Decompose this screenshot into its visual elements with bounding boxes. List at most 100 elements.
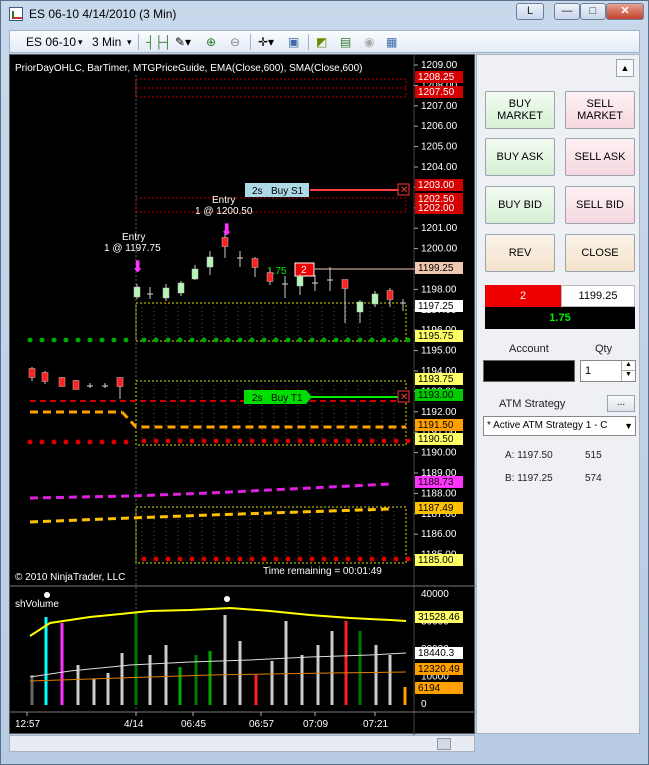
link-button[interactable]: L bbox=[516, 3, 544, 20]
price-tick-label: 1188.00 bbox=[421, 488, 457, 499]
price-tick-label: 1207.00 bbox=[421, 101, 458, 112]
level-dot bbox=[345, 556, 351, 562]
level-dot bbox=[141, 438, 147, 444]
sell-ask-button[interactable]: SELL ASK bbox=[565, 138, 635, 176]
volume-bar bbox=[358, 631, 362, 705]
close-position-button[interactable]: CLOSE bbox=[565, 234, 635, 272]
level-dot bbox=[153, 337, 159, 343]
price-tick-label: 1206.00 bbox=[421, 121, 458, 132]
price-tick-label: 1204.00 bbox=[421, 162, 458, 173]
atm-row-b-value: 574 bbox=[585, 473, 602, 484]
level-dot bbox=[249, 337, 255, 343]
level-dot bbox=[285, 556, 291, 562]
sell-bid-button[interactable]: SELL BID bbox=[565, 186, 635, 224]
level-dot bbox=[51, 337, 57, 343]
volume-bar bbox=[120, 653, 124, 705]
position-qty-display: 2 bbox=[485, 285, 561, 307]
level-dot bbox=[27, 439, 33, 445]
volume-marker-label: 12320.49 bbox=[418, 664, 460, 675]
level-dot bbox=[123, 337, 129, 343]
collapse-panel-button[interactable]: ▲ bbox=[616, 59, 634, 77]
level-dot bbox=[321, 438, 327, 444]
level-dot bbox=[333, 556, 339, 562]
buy-market-button[interactable]: BUY MARKET bbox=[485, 91, 555, 129]
bar-style-icon[interactable]: ┤├┤ bbox=[146, 33, 172, 51]
price-marker-label: 1190.50 bbox=[418, 434, 454, 445]
close-button[interactable]: ✕ bbox=[606, 3, 644, 20]
price-marker-label: 1193.75 bbox=[418, 374, 454, 385]
candle-body bbox=[386, 290, 394, 300]
time-tick-label: 06:57 bbox=[249, 719, 274, 730]
level-dot bbox=[165, 337, 171, 343]
price-tick-label: 1201.00 bbox=[421, 223, 458, 234]
candle-body bbox=[177, 282, 185, 294]
candle-body bbox=[133, 286, 141, 298]
reverse-button[interactable]: REV bbox=[485, 234, 555, 272]
level-dot bbox=[189, 438, 195, 444]
price-chart[interactable]: PriorDayOHLC, BarTimer, MTGPriceGuide, E… bbox=[9, 54, 476, 735]
qty-value: 1 bbox=[585, 365, 592, 377]
volume-bar bbox=[164, 645, 168, 705]
volume-bar bbox=[300, 655, 304, 705]
level-dot bbox=[87, 439, 93, 445]
buy-ask-button[interactable]: BUY ASK bbox=[485, 138, 555, 176]
candle-body bbox=[58, 377, 66, 387]
crosshair-icon[interactable]: ✛▾ bbox=[258, 33, 274, 51]
horizontal-scrollbar[interactable] bbox=[9, 735, 475, 752]
price-marker-label: 1185.00 bbox=[418, 555, 454, 566]
chevron-down-icon[interactable]: ▼ bbox=[621, 371, 635, 381]
candle-body bbox=[206, 256, 214, 268]
account-select[interactable] bbox=[483, 360, 575, 382]
globe-icon[interactable]: ◉ bbox=[364, 33, 374, 51]
level-dot bbox=[141, 337, 147, 343]
interval-selector[interactable]: 3 Min bbox=[92, 33, 121, 51]
level-dot bbox=[321, 556, 327, 562]
price-marker-label: 1193.00 bbox=[418, 390, 454, 401]
zoom-in-icon[interactable]: ⊕ bbox=[206, 33, 216, 51]
level-dot bbox=[273, 337, 279, 343]
atm-settings-button[interactable]: ... bbox=[607, 395, 635, 412]
price-tick-label: 1190.00 bbox=[421, 448, 457, 459]
minimize-button[interactable]: — bbox=[554, 3, 580, 20]
instrument-selector[interactable]: ES 06-10 bbox=[26, 33, 76, 51]
atm-strategy-select[interactable]: * Active ATM Strategy 1 - C ▼ bbox=[483, 416, 636, 436]
indicator-icon[interactable]: ▤ bbox=[340, 33, 351, 51]
buy-bid-button[interactable]: BUY BID bbox=[485, 186, 555, 224]
price-marker-label: 1188.73 bbox=[418, 477, 454, 488]
level-dot bbox=[273, 556, 279, 562]
level-dot bbox=[405, 337, 411, 343]
entry-detail: 1 @ 1197.75 bbox=[104, 243, 161, 254]
close-icon[interactable]: ✕ bbox=[400, 392, 408, 403]
volume-bar bbox=[284, 621, 288, 705]
level-dot bbox=[201, 337, 207, 343]
strategy-icon[interactable]: ◩ bbox=[316, 33, 327, 51]
price-marker-label: 1191.50 bbox=[418, 420, 454, 431]
volume-bar bbox=[344, 621, 348, 705]
level-dot bbox=[177, 556, 183, 562]
chevron-down-icon[interactable]: ▼ bbox=[624, 417, 633, 435]
position-price-display: 1199.25 bbox=[561, 285, 635, 307]
zoom-out-icon[interactable]: ⊖ bbox=[230, 33, 240, 51]
maximize-button[interactable]: □ bbox=[580, 3, 606, 20]
level-dot bbox=[261, 438, 267, 444]
chevron-up-icon[interactable]: ▲ bbox=[621, 361, 635, 371]
pnl-display: 1.75 bbox=[485, 307, 635, 329]
status-bar bbox=[1, 753, 648, 765]
properties-icon[interactable]: ▣ bbox=[288, 33, 299, 51]
entry-detail: 1 @ 1200.50 bbox=[195, 206, 253, 217]
price-marker-label: 1197.25 bbox=[418, 301, 454, 312]
level-dot bbox=[153, 556, 159, 562]
entry-arrow-icon: ⬇ bbox=[220, 222, 233, 239]
sell-market-button[interactable]: SELL MARKET bbox=[565, 91, 635, 129]
time-axis: 12:57 4/14 06:45 06:57 07:09 07:21 bbox=[15, 712, 388, 730]
chart-canvas[interactable]: PriorDayOHLC, BarTimer, MTGPriceGuide, E… bbox=[10, 55, 476, 735]
chevron-down-icon[interactable]: ▾ bbox=[78, 33, 83, 51]
volume-bar bbox=[106, 673, 110, 705]
qty-stepper[interactable]: 1 ▲ ▼ bbox=[580, 360, 636, 382]
indicators-label: PriorDayOHLC, BarTimer, MTGPriceGuide, E… bbox=[15, 63, 363, 74]
data-box-icon[interactable]: ▦ bbox=[386, 33, 397, 51]
close-icon[interactable]: ✕ bbox=[400, 185, 408, 196]
scrollbar-thumb[interactable] bbox=[437, 738, 451, 750]
pencil-icon[interactable]: ✎▾ bbox=[175, 33, 191, 51]
chevron-down-icon[interactable]: ▾ bbox=[127, 33, 132, 51]
